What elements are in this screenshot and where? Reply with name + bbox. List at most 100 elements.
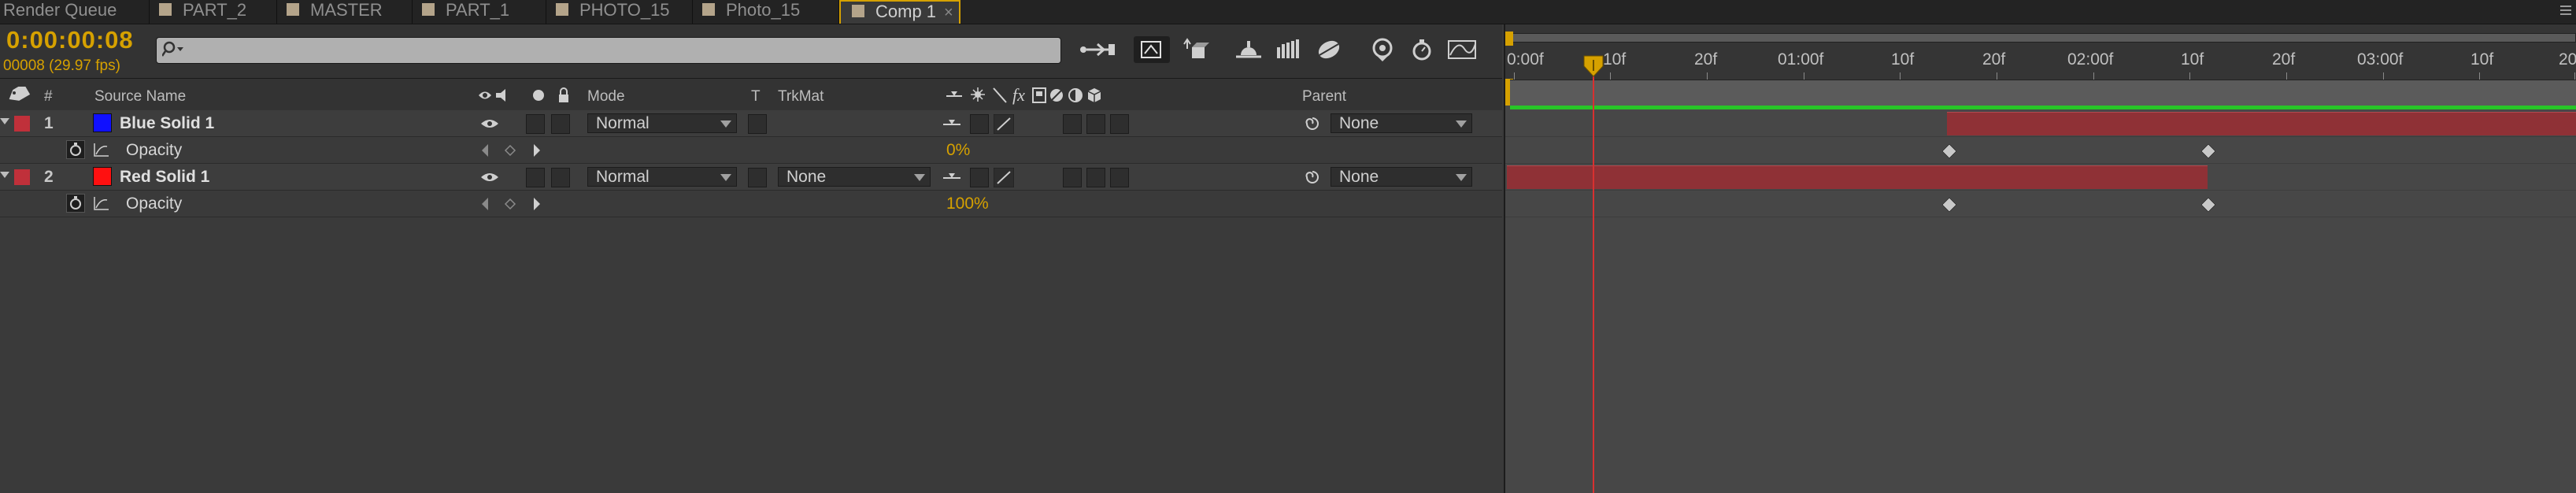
tab-part-2[interactable]: PART_2 <box>150 0 277 24</box>
tab-photo-15-upper[interactable]: PHOTO_15 <box>546 0 693 24</box>
keyframe-navigator[interactable] <box>479 143 542 162</box>
property-name: Opacity <box>126 141 183 159</box>
ruler-label: 20f <box>1982 50 2006 69</box>
column-number: # <box>44 88 53 105</box>
layer-panel-empty-area[interactable] <box>0 217 1502 493</box>
shy-switch-icon[interactable] <box>942 172 962 188</box>
column-parent[interactable]: Parent <box>1302 88 1346 106</box>
layer-label-color[interactable] <box>14 169 30 185</box>
current-time-indicator-line[interactable] <box>1593 60 1594 493</box>
close-icon[interactable]: × <box>944 4 953 21</box>
ruler-label: 10f <box>2471 50 2494 69</box>
frame-blend-switch[interactable] <box>1086 114 1105 134</box>
lock-switch[interactable] <box>551 168 570 187</box>
stopwatch-icon[interactable] <box>66 140 85 159</box>
tab-comp-1[interactable]: Comp 1 × <box>839 0 960 24</box>
column-t: T <box>751 88 761 105</box>
property-row <box>0 191 1502 217</box>
av-features-icons <box>477 87 579 108</box>
layer-name[interactable]: Red Solid 1 <box>120 164 209 191</box>
column-source-name[interactable]: Source Name <box>94 88 186 106</box>
shy-layers-icon[interactable] <box>1179 36 1211 63</box>
time-navigator-bar[interactable] <box>1510 33 2576 43</box>
current-time-indicator-icon[interactable] <box>1583 55 1604 77</box>
property-value[interactable]: 0% <box>946 137 970 164</box>
pick-whip-icon[interactable] <box>1304 169 1321 190</box>
ruler-label: 01:00f <box>1778 50 1824 69</box>
parent-value: None <box>1339 168 1379 186</box>
mode-dropdown[interactable]: Normal <box>587 167 737 187</box>
quality-switch-icon[interactable] <box>993 113 1015 138</box>
layer-number: 2 <box>44 168 54 186</box>
video-visibility-icon[interactable] <box>480 117 499 134</box>
effect-switch[interactable] <box>1063 114 1082 134</box>
ruler-tick <box>1514 72 1515 80</box>
ruler-tick <box>1707 72 1708 80</box>
quality-switch-icon[interactable] <box>993 167 1015 191</box>
composition-icon <box>422 3 435 17</box>
brainstorm-icon[interactable] <box>1313 36 1345 63</box>
label-tag-icon[interactable] <box>6 83 31 109</box>
expand-triangle-icon[interactable] <box>0 118 9 124</box>
chevron-down-icon <box>720 120 731 128</box>
collapse-switch[interactable] <box>970 114 989 134</box>
parent-dropdown[interactable]: None <box>1331 167 1472 187</box>
auto-keyframe-icon[interactable] <box>1367 36 1398 63</box>
solo-switch[interactable] <box>526 168 545 187</box>
parent-dropdown[interactable]: None <box>1331 113 1472 133</box>
layer-label-color[interactable] <box>14 116 30 132</box>
graph-icon[interactable] <box>93 195 110 215</box>
time-navigator-start-handle[interactable] <box>1505 32 1513 46</box>
search-icon <box>161 40 183 57</box>
effect-switch[interactable] <box>1063 168 1082 187</box>
property-value[interactable]: 100% <box>946 191 989 217</box>
motion-blur-switch[interactable] <box>1110 168 1129 187</box>
keyframe-navigator[interactable] <box>479 196 542 216</box>
motion-blur-icon[interactable] <box>1272 36 1304 63</box>
lock-switch[interactable] <box>551 114 570 134</box>
composition-icon <box>287 3 299 17</box>
layer-name[interactable]: Blue Solid 1 <box>120 110 214 137</box>
tab-master[interactable]: MASTER <box>277 0 413 24</box>
mode-dropdown[interactable]: Normal <box>587 113 737 133</box>
current-time-display[interactable]: 0:00:00:08 <box>6 26 134 54</box>
stopwatch-icon[interactable] <box>1406 36 1438 63</box>
graph-editor-icon[interactable] <box>1445 36 1477 63</box>
expand-triangle-icon[interactable] <box>0 172 9 178</box>
tab-render-queue[interactable]: Render Queue <box>0 0 150 24</box>
composition-icon <box>702 3 715 17</box>
tab-part-1[interactable]: PART_1 <box>413 0 546 24</box>
pick-whip-icon[interactable] <box>1304 115 1321 136</box>
stopwatch-icon[interactable] <box>66 194 85 213</box>
tab-label: Render Queue <box>3 0 117 20</box>
ruler-label: 10f <box>2181 50 2204 69</box>
frame-blending-icon[interactable] <box>1233 36 1264 63</box>
graph-icon[interactable] <box>93 142 110 161</box>
preserve-transparency-switch[interactable] <box>748 114 767 134</box>
layer-duration-bar[interactable] <box>1947 112 2576 135</box>
work-area-bar[interactable] <box>1510 80 2576 106</box>
frame-blend-switch[interactable] <box>1086 168 1105 187</box>
shy-switch-icon[interactable] <box>942 118 962 135</box>
search-input[interactable] <box>156 37 1061 64</box>
tab-bar: Render Queue PART_2 MASTER PART_1 PHOTO_… <box>0 0 2576 24</box>
collapse-switch[interactable] <box>970 168 989 187</box>
property-name: Opacity <box>126 195 183 213</box>
tab-photo-15[interactable]: Photo_15 <box>693 0 839 24</box>
chevron-down-icon <box>720 174 731 181</box>
draft-3d-icon[interactable] <box>1134 36 1170 63</box>
layer-duration-bar[interactable] <box>1507 165 2208 189</box>
motion-blur-switch[interactable] <box>1110 114 1129 134</box>
solo-switch[interactable] <box>526 114 545 134</box>
panel-menu-icon[interactable] <box>2559 3 2573 17</box>
column-trkmat[interactable]: TrkMat <box>778 88 824 106</box>
ruler-label: 20f <box>1694 50 1718 69</box>
video-visibility-icon[interactable] <box>480 171 499 187</box>
layer-number: 1 <box>44 114 54 132</box>
composition-icon <box>159 3 172 17</box>
preserve-transparency-switch[interactable] <box>748 168 767 187</box>
comp-mini-flowchart-icon[interactable] <box>1077 36 1115 63</box>
trkmat-dropdown[interactable]: None <box>778 167 931 187</box>
svg-text:fx: fx <box>1012 85 1025 105</box>
column-mode[interactable]: Mode <box>587 88 625 106</box>
